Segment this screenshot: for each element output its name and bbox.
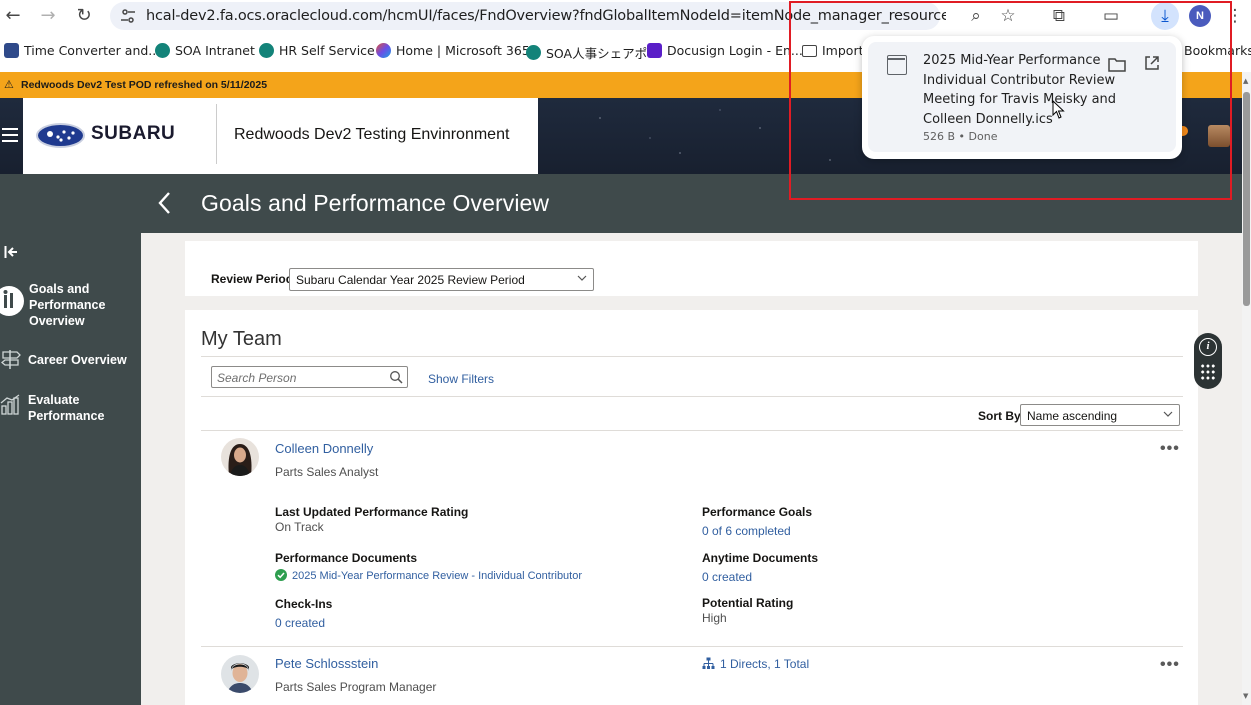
bookmark-label: Time Converter and... <box>24 43 161 58</box>
nav-item-label: Career Overview <box>28 353 127 367</box>
review-period-value: Subaru Calendar Year 2025 Review Period <box>296 273 525 287</box>
left-navigation: Goals and Performance Overview Career Ov… <box>0 233 141 705</box>
person-job-title: Parts Sales Program Manager <box>275 680 437 694</box>
nav-item-career-overview[interactable]: Career Overview <box>0 350 141 376</box>
review-period-select[interactable]: Subaru Calendar Year 2025 Review Period <box>289 268 594 291</box>
hamburger-menu-icon[interactable] <box>2 128 18 142</box>
search-placeholder: Search Person <box>217 371 297 385</box>
field-label: Last Updated Performance Rating <box>275 505 469 519</box>
bookmark-label: SOA Intranet <box>175 43 255 58</box>
section-title: My Team <box>201 328 282 350</box>
bookmark-label: HR Self Service <box>279 43 375 58</box>
field-label: Anytime Documents <box>702 551 819 565</box>
divider <box>201 646 1183 647</box>
show-filters-link[interactable]: Show Filters <box>428 372 494 386</box>
review-period-label: Review Period <box>211 272 294 286</box>
logo-wordmark: SUBARU <box>91 123 176 144</box>
more-actions-icon[interactable]: ••• <box>1160 656 1180 674</box>
bar-chart-icon <box>0 394 20 415</box>
scroll-down-icon[interactable]: ▼ <box>1243 692 1248 700</box>
environment-title: Redwoods Dev2 Testing Envinronment <box>234 126 510 143</box>
search-icon[interactable] <box>389 370 403 384</box>
collapse-panel-icon[interactable] <box>4 245 18 259</box>
sharepoint-icon <box>155 43 170 58</box>
check-circle-icon <box>275 569 287 581</box>
chevron-down-icon <box>577 275 587 281</box>
hierarchy-icon <box>702 657 715 669</box>
reload-icon[interactable]: ↻ <box>73 5 95 27</box>
logo-divider <box>216 104 217 164</box>
person-name-link[interactable]: Pete Schlossstein <box>275 656 378 671</box>
highlight-box <box>789 1 1232 200</box>
bookmark-item[interactable]: Home | Microsoft 365 <box>376 43 530 58</box>
sharepoint-icon <box>526 45 541 60</box>
divider <box>201 356 1183 357</box>
m365-icon <box>376 43 391 58</box>
avatar[interactable] <box>221 438 259 476</box>
person-job-title: Parts Sales Analyst <box>275 465 379 479</box>
search-person-input[interactable]: Search Person <box>211 366 408 388</box>
bookmark-item[interactable]: HR Self Service <box>259 43 375 58</box>
nav-item-goals-overview[interactable]: Goals and Performance Overview <box>0 281 141 331</box>
performance-goals-link[interactable]: 0 of 6 completed <box>702 524 791 538</box>
divider <box>201 396 1183 397</box>
checkins-link[interactable]: 0 created <box>275 616 325 630</box>
help-widget[interactable]: i <box>1194 333 1222 389</box>
back-chevron-icon[interactable] <box>155 190 175 216</box>
goals-icon <box>0 286 24 316</box>
clock-icon <box>4 43 19 58</box>
bookmark-label: Home | Microsoft 365 <box>396 43 530 58</box>
my-team-card: My Team Search Person Show Filters Sort … <box>185 310 1198 705</box>
sort-by-select[interactable]: Name ascending <box>1020 404 1180 426</box>
scroll-up-icon[interactable]: ▲ <box>1243 77 1248 85</box>
vertical-scrollbar[interactable]: ▲ ▼ <box>1242 72 1251 705</box>
sort-by-label: Sort By <box>978 409 1021 423</box>
bookmark-item[interactable]: SOA Intranet <box>155 43 255 58</box>
bookmark-item[interactable]: Docusign Login - En... <box>647 43 803 58</box>
sort-by-value: Name ascending <box>1027 409 1118 423</box>
bookmark-item[interactable]: SOA人事シェアポ <box>526 43 647 62</box>
field-label: Potential Rating <box>702 596 794 610</box>
forward-arrow-icon[interactable]: → <box>37 5 59 27</box>
subaru-logo-icon <box>36 123 85 148</box>
bookmark-label: Docusign Login - En... <box>667 43 803 58</box>
field-value: High <box>702 611 727 625</box>
bookmark-label: SOA人事シェアポ <box>546 46 648 61</box>
field-label: Performance Goals <box>702 505 813 519</box>
more-actions-icon[interactable]: ••• <box>1160 440 1180 458</box>
site-settings-icon[interactable] <box>120 8 136 24</box>
banner-text: Redwoods Dev2 Test POD refreshed on 5/11… <box>21 79 268 91</box>
review-period-card: Review Period Subaru Calendar Year 2025 … <box>185 241 1198 296</box>
chevron-down-icon <box>1163 411 1173 417</box>
docusign-icon <box>647 43 662 58</box>
person-name-link[interactable]: Colleen Donnelly <box>275 441 373 456</box>
avatar[interactable] <box>221 655 259 693</box>
info-icon[interactable]: i <box>1199 338 1217 356</box>
page-title: Goals and Performance Overview <box>201 190 550 216</box>
performance-document-link[interactable]: 2025 Mid-Year Performance Review - Indiv… <box>292 570 582 582</box>
main-content: Review Period Subaru Calendar Year 2025 … <box>141 233 1242 705</box>
scrollbar-thumb[interactable] <box>1243 92 1250 306</box>
logo-area: SUBARU Redwoods Dev2 Testing Envinronmen… <box>23 98 538 174</box>
divider <box>201 430 1183 431</box>
nav-item-label: Evaluate Performance <box>28 393 105 423</box>
nav-item-evaluate-performance[interactable]: Evaluate Performance <box>0 392 141 428</box>
nav-item-label: Goals and Performance Overview <box>29 282 106 328</box>
warning-icon: ⚠ <box>4 78 14 91</box>
bookmark-item[interactable]: Time Converter and... <box>4 43 160 58</box>
field-label: Check-Ins <box>275 597 333 611</box>
keypad-icon[interactable] <box>1200 363 1216 381</box>
anytime-documents-link[interactable]: 0 created <box>702 570 752 584</box>
mouse-cursor-icon <box>1052 100 1065 119</box>
directs-link[interactable]: 1 Directs, 1 Total <box>720 657 809 671</box>
field-label: Performance Documents <box>275 551 418 565</box>
career-signpost-icon <box>0 350 21 369</box>
sharepoint-icon <box>259 43 274 58</box>
field-value: On Track <box>275 520 324 534</box>
back-arrow-icon[interactable]: ← <box>2 5 24 27</box>
